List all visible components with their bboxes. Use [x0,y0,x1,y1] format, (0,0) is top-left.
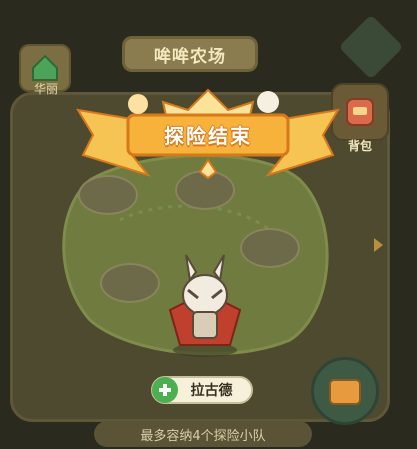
expedition-button[interactable] [311,357,379,425]
result-banner-text: 探险结束 [164,123,252,148]
map-corner-icon[interactable] [338,14,404,80]
capacity-hint: 最多容纳4个探险小队 [94,421,312,447]
game-screen: 哞哞农场 华丽 背包 探险结束 拉古德 最多容纳4个探险小队 [0,0,417,449]
book-icon [329,379,361,405]
map-node[interactable] [100,263,160,303]
character-name-badge[interactable]: 拉古德 [151,376,253,404]
character-name: 拉古德 [190,383,233,399]
character-sprite[interactable] [160,250,250,360]
clover-plus-icon [152,377,178,403]
chevron-right-icon[interactable] [374,238,383,252]
page-title: 哞哞农场 [122,36,258,72]
